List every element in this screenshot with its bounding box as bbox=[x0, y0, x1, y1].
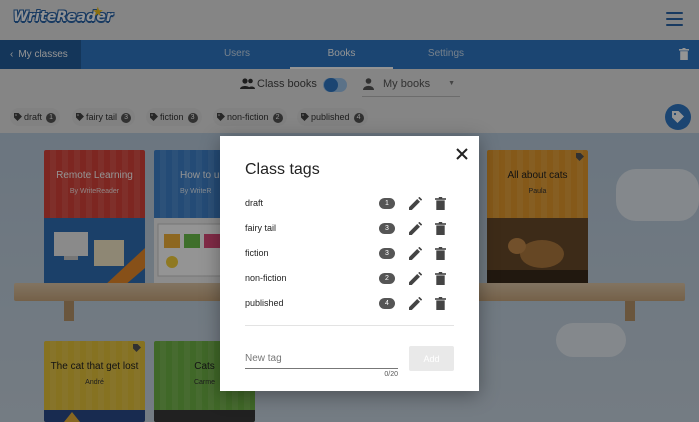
dialog-title: Class tags bbox=[245, 161, 320, 178]
char-counter: 0/20 bbox=[384, 371, 398, 378]
tag-row: non-fiction 2 bbox=[220, 270, 479, 290]
tag-name: fairy tail bbox=[245, 223, 277, 233]
class-tags-dialog: Class tags draft 1 fairy tail 3 fiction … bbox=[220, 136, 479, 391]
delete-icon[interactable] bbox=[435, 272, 446, 285]
divider bbox=[245, 325, 454, 326]
tag-row: fairy tail 3 bbox=[220, 220, 479, 240]
tag-name: non-fiction bbox=[245, 273, 287, 283]
delete-icon[interactable] bbox=[435, 297, 446, 310]
edit-icon[interactable] bbox=[409, 297, 422, 310]
edit-icon[interactable] bbox=[409, 247, 422, 260]
delete-icon[interactable] bbox=[435, 222, 446, 235]
tag-name: draft bbox=[245, 198, 264, 208]
tag-count-badge: 2 bbox=[379, 273, 395, 284]
tag-name: fiction bbox=[245, 248, 269, 258]
close-icon[interactable] bbox=[455, 147, 469, 161]
tag-row: fiction 3 bbox=[220, 245, 479, 265]
tag-row: published 4 bbox=[220, 295, 479, 315]
new-tag-input[interactable] bbox=[245, 349, 398, 369]
tag-count-badge: 4 bbox=[379, 298, 395, 309]
edit-icon[interactable] bbox=[409, 197, 422, 210]
tag-name: published bbox=[245, 298, 284, 308]
tag-count-badge: 3 bbox=[379, 248, 395, 259]
tag-count-badge: 1 bbox=[379, 198, 395, 209]
delete-icon[interactable] bbox=[435, 247, 446, 260]
edit-icon[interactable] bbox=[409, 222, 422, 235]
edit-icon[interactable] bbox=[409, 272, 422, 285]
tag-row: draft 1 bbox=[220, 195, 479, 215]
tag-count-badge: 3 bbox=[379, 223, 395, 234]
delete-icon[interactable] bbox=[435, 197, 446, 210]
add-tag-button[interactable]: Add bbox=[409, 346, 454, 371]
